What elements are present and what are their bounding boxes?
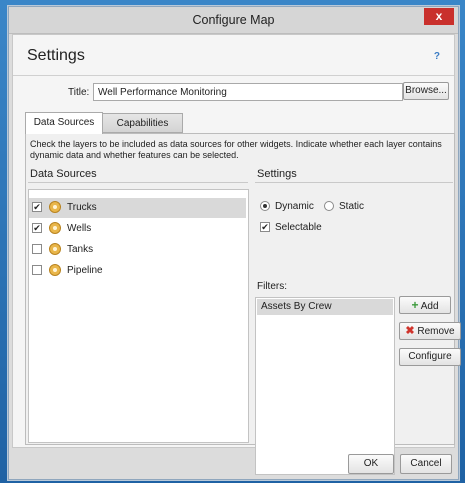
configure-map-dialog: Configure Map x Settings ? Title: Browse… bbox=[8, 6, 461, 480]
selectable-label: Selectable bbox=[275, 222, 322, 233]
dialog-content: Settings ? Title: Browse... Data Sources… bbox=[12, 34, 461, 475]
tab-data-sources[interactable]: Data Sources bbox=[25, 112, 103, 134]
page-title: Settings bbox=[27, 47, 85, 64]
dynamic-label: Dynamic bbox=[275, 201, 314, 212]
plus-icon: + bbox=[411, 298, 419, 312]
filters-label: Filters: bbox=[257, 281, 287, 292]
layer-icon bbox=[49, 243, 61, 255]
filter-item[interactable]: Assets By Crew bbox=[257, 299, 393, 315]
layer-icon bbox=[49, 201, 61, 213]
settings-divider bbox=[255, 182, 453, 183]
trucks-checkbox[interactable]: ✔ bbox=[32, 202, 42, 212]
dynamic-radio[interactable] bbox=[260, 201, 270, 211]
layer-item-pipeline[interactable]: Pipeline bbox=[29, 261, 246, 281]
layer-label: Pipeline bbox=[67, 265, 103, 276]
layer-item-tanks[interactable]: Tanks bbox=[29, 240, 246, 260]
layer-label: Trucks bbox=[67, 202, 97, 213]
pipeline-checkbox[interactable] bbox=[32, 265, 42, 275]
layer-icon bbox=[49, 264, 61, 276]
help-icon[interactable]: ? bbox=[434, 51, 440, 62]
static-radio[interactable] bbox=[324, 201, 334, 211]
header-divider bbox=[13, 75, 454, 76]
settings-header: Settings bbox=[257, 168, 297, 180]
title-bar[interactable]: Configure Map x bbox=[9, 7, 458, 34]
data-sources-header: Data Sources bbox=[30, 168, 97, 180]
close-button[interactable]: x bbox=[424, 8, 454, 25]
configure-filter-button[interactable]: Configure bbox=[399, 348, 461, 366]
selectable-checkbox[interactable]: ✔ bbox=[260, 222, 270, 232]
browse-button[interactable]: Browse... bbox=[403, 82, 449, 100]
instructions-text: Check the layers to be included as data … bbox=[30, 139, 442, 160]
add-filter-button[interactable]: + Add bbox=[399, 296, 451, 314]
title-input[interactable] bbox=[93, 83, 403, 101]
layer-icon bbox=[49, 222, 61, 234]
window-title: Configure Map bbox=[192, 13, 275, 27]
data-sources-panel: Check the layers to be included as data … bbox=[25, 133, 461, 475]
layer-list: ✔ Trucks ✔ Wells Tanks Pipeline bbox=[28, 189, 249, 443]
remove-label: Remove bbox=[417, 326, 455, 337]
remove-icon: ✖ bbox=[405, 325, 415, 337]
add-label: Add bbox=[420, 301, 439, 312]
remove-filter-button[interactable]: ✖ Remove bbox=[399, 322, 461, 340]
layer-item-wells[interactable]: ✔ Wells bbox=[29, 219, 246, 239]
title-label: Title: bbox=[68, 87, 90, 98]
layer-item-trucks[interactable]: ✔ Trucks bbox=[29, 198, 246, 218]
cancel-button[interactable]: Cancel bbox=[400, 454, 452, 474]
static-label: Static bbox=[339, 201, 365, 212]
tab-capabilities[interactable]: Capabilities bbox=[103, 113, 183, 133]
filters-list: Assets By Crew bbox=[255, 297, 395, 475]
tanks-checkbox[interactable] bbox=[32, 244, 42, 254]
layer-label: Tanks bbox=[67, 244, 94, 255]
wells-checkbox[interactable]: ✔ bbox=[32, 223, 42, 233]
layer-label: Wells bbox=[67, 223, 92, 234]
ok-button[interactable]: OK bbox=[348, 454, 394, 474]
data-sources-divider bbox=[28, 182, 248, 183]
